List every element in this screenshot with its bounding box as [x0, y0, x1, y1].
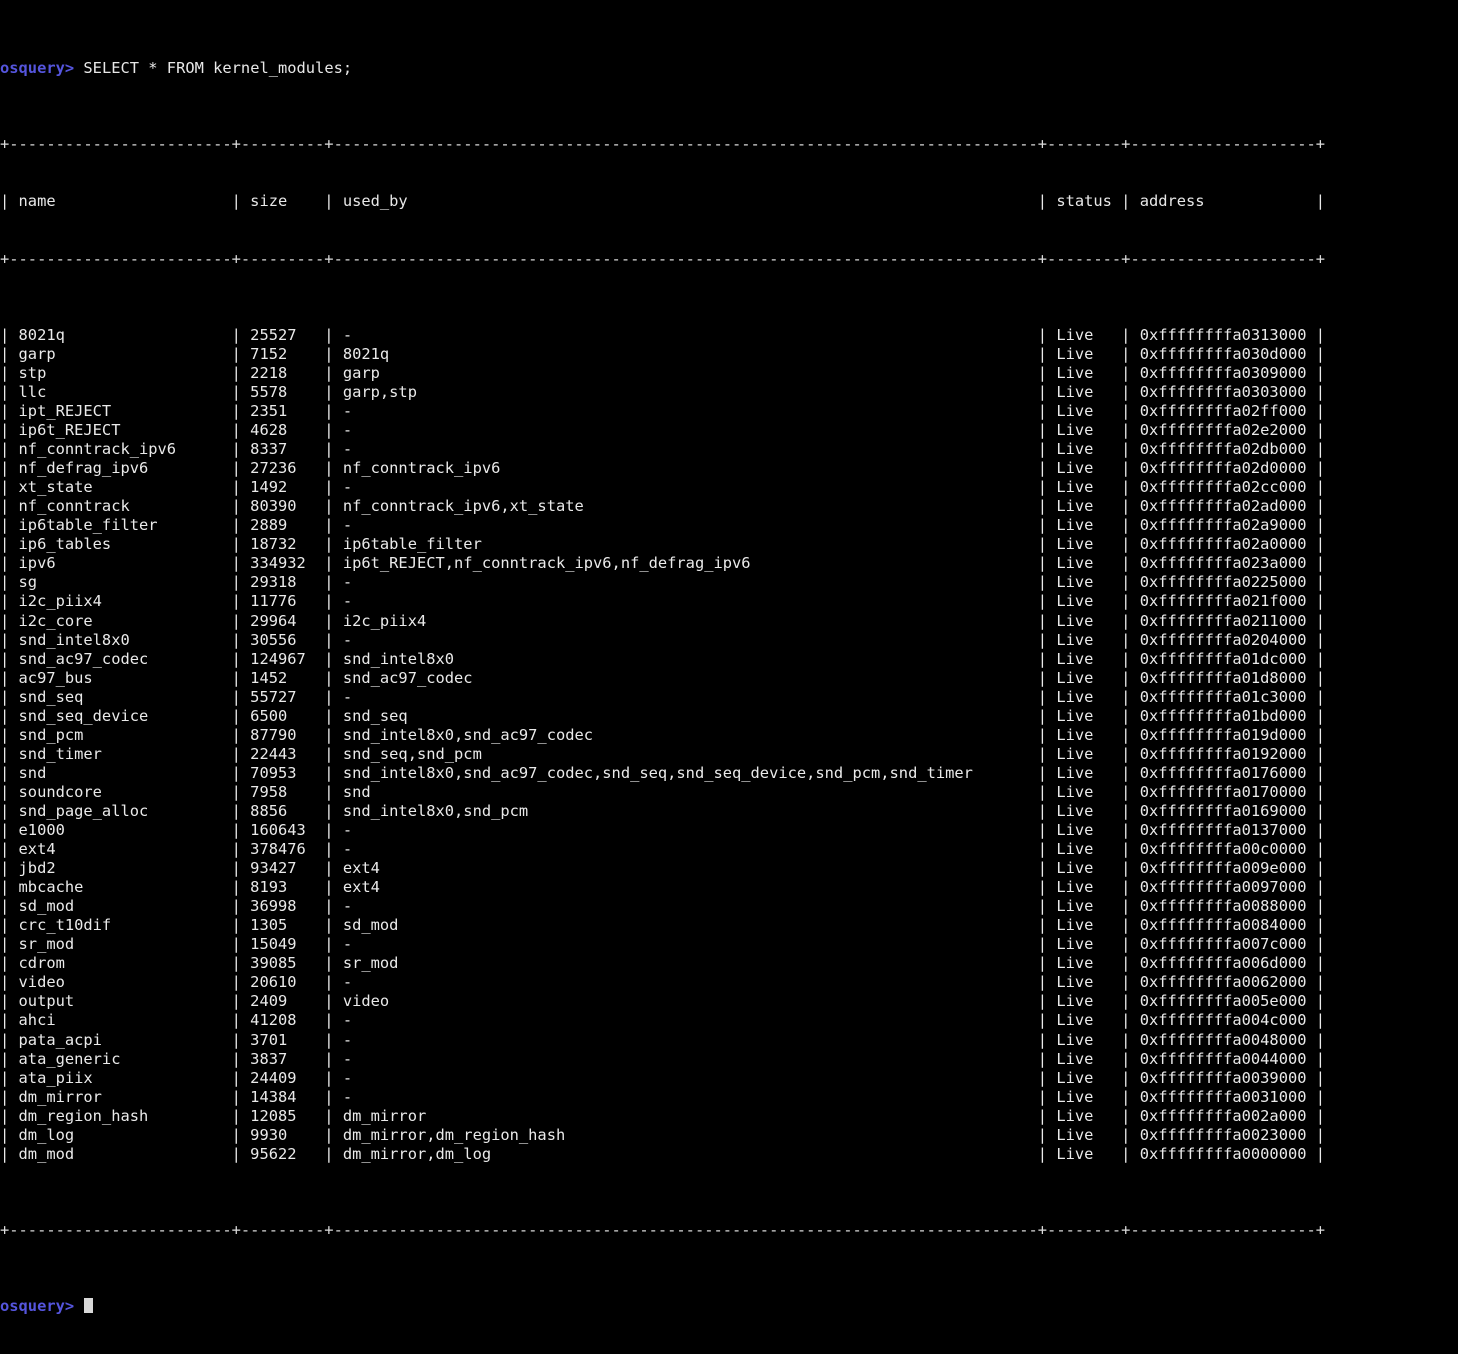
- table-row: | video | 20610 | - | Live | 0xffffffffa…: [0, 973, 1326, 992]
- table-row: | mbcache | 8193 | ext4 | Live | 0xfffff…: [0, 878, 1326, 897]
- table-row: | snd_seq_device | 6500 | snd_seq | Live…: [0, 706, 1326, 725]
- table-row: | ata_piix | 24409 | - | Live | 0xffffff…: [0, 1068, 1326, 1087]
- table-row: | xt_state | 1492 | - | Live | 0xfffffff…: [0, 478, 1326, 497]
- table-row: | dm_mod | 95622 | dm_mirror,dm_log | Li…: [0, 1144, 1326, 1163]
- table-row: | 8021q | 25527 | - | Live | 0xffffffffa…: [0, 325, 1326, 344]
- table-row: | cdrom | 39085 | sr_mod | Live | 0xffff…: [0, 954, 1326, 973]
- table-row: | snd_timer | 22443 | snd_seq,snd_pcm | …: [0, 744, 1326, 763]
- table-row: | output | 2409 | video | Live | 0xfffff…: [0, 992, 1326, 1011]
- table-row: | ac97_bus | 1452 | snd_ac97_codec | Liv…: [0, 668, 1326, 687]
- table-row: | ip6table_filter | 2889 | - | Live | 0x…: [0, 516, 1326, 535]
- table-row: | stp | 2218 | garp | Live | 0xffffffffa…: [0, 363, 1326, 382]
- table-row: | garp | 7152 | 8021q | Live | 0xfffffff…: [0, 344, 1326, 363]
- table-row: | i2c_piix4 | 11776 | - | Live | 0xfffff…: [0, 592, 1326, 611]
- table-row: | snd | 70953 | snd_intel8x0,snd_ac97_co…: [0, 763, 1326, 782]
- table-row: | dm_mirror | 14384 | - | Live | 0xfffff…: [0, 1087, 1326, 1106]
- table-row: | ata_generic | 3837 | - | Live | 0xffff…: [0, 1049, 1326, 1068]
- table-row: | nf_conntrack | 80390 | nf_conntrack_ip…: [0, 497, 1326, 516]
- table-row: | soundcore | 7958 | snd | Live | 0xffff…: [0, 782, 1326, 801]
- text-cursor: [83, 1298, 94, 1314]
- table-row: | ahci | 41208 | - | Live | 0xffffffffa0…: [0, 1011, 1326, 1030]
- final-prompt-label: osquery>: [0, 1297, 75, 1316]
- table-row: | pata_acpi | 3701 | - | Live | 0xffffff…: [0, 1030, 1326, 1049]
- table-row: | sr_mod | 15049 | - | Live | 0xffffffff…: [0, 935, 1326, 954]
- table-rule-header: +------------------------+---------+----…: [0, 249, 1326, 268]
- table-row: | snd_ac97_codec | 124967 | snd_intel8x0…: [0, 649, 1326, 668]
- terminal-screen[interactable]: osquery> SELECT * FROM kernel_modules; +…: [0, 0, 1458, 1315]
- prompt-label: osquery>: [0, 59, 75, 78]
- table-rule-bottom: +------------------------+---------+----…: [0, 1221, 1326, 1239]
- command-line: osquery> SELECT * FROM kernel_modules;: [0, 59, 1458, 78]
- table-row: | llc | 5578 | garp,stp | Live | 0xfffff…: [0, 382, 1326, 401]
- table-row: | dm_log | 9930 | dm_mirror,dm_region_ha…: [0, 1125, 1326, 1144]
- final-prompt-line[interactable]: osquery>: [0, 1297, 1458, 1316]
- table-row: | crc_t10dif | 1305 | sd_mod | Live | 0x…: [0, 916, 1326, 935]
- table-header-row: | name | size | used_by | status | addre…: [0, 192, 1326, 211]
- table-row: | sg | 29318 | - | Live | 0xffffffffa022…: [0, 573, 1326, 592]
- table-row: | snd_page_alloc | 8856 | snd_intel8x0,s…: [0, 801, 1326, 820]
- table-row: | ip6_tables | 18732 | ip6table_filter |…: [0, 535, 1326, 554]
- table-row: | nf_conntrack_ipv6 | 8337 | - | Live | …: [0, 440, 1326, 459]
- table-row: | snd_pcm | 87790 | snd_intel8x0,snd_ac9…: [0, 725, 1326, 744]
- table-row: | nf_defrag_ipv6 | 27236 | nf_conntrack_…: [0, 459, 1326, 478]
- table-row: | ip6t_REJECT | 4628 | - | Live | 0xffff…: [0, 421, 1326, 440]
- table-row: | ext4 | 378476 | - | Live | 0xffffffffa…: [0, 840, 1326, 859]
- table-row: | sd_mod | 36998 | - | Live | 0xffffffff…: [0, 897, 1326, 916]
- table-rule-top: +------------------------+---------+----…: [0, 135, 1326, 154]
- table-row: | snd_seq | 55727 | - | Live | 0xfffffff…: [0, 687, 1326, 706]
- table-row: | ipt_REJECT | 2351 | - | Live | 0xfffff…: [0, 401, 1326, 420]
- table-body: | 8021q | 25527 | - | Live | 0xffffffffa…: [0, 326, 1458, 1164]
- table-row: | ipv6 | 334932 | ip6t_REJECT,nf_conntra…: [0, 554, 1326, 573]
- table-row: | e1000 | 160643 | - | Live | 0xffffffff…: [0, 821, 1326, 840]
- table-row: | dm_region_hash | 12085 | dm_mirror | L…: [0, 1106, 1326, 1125]
- table-row: | jbd2 | 93427 | ext4 | Live | 0xfffffff…: [0, 859, 1326, 878]
- command-text: SELECT * FROM kernel_modules;: [74, 59, 353, 78]
- table-row: | i2c_core | 29964 | i2c_piix4 | Live | …: [0, 611, 1326, 630]
- table-row: | snd_intel8x0 | 30556 | - | Live | 0xff…: [0, 630, 1326, 649]
